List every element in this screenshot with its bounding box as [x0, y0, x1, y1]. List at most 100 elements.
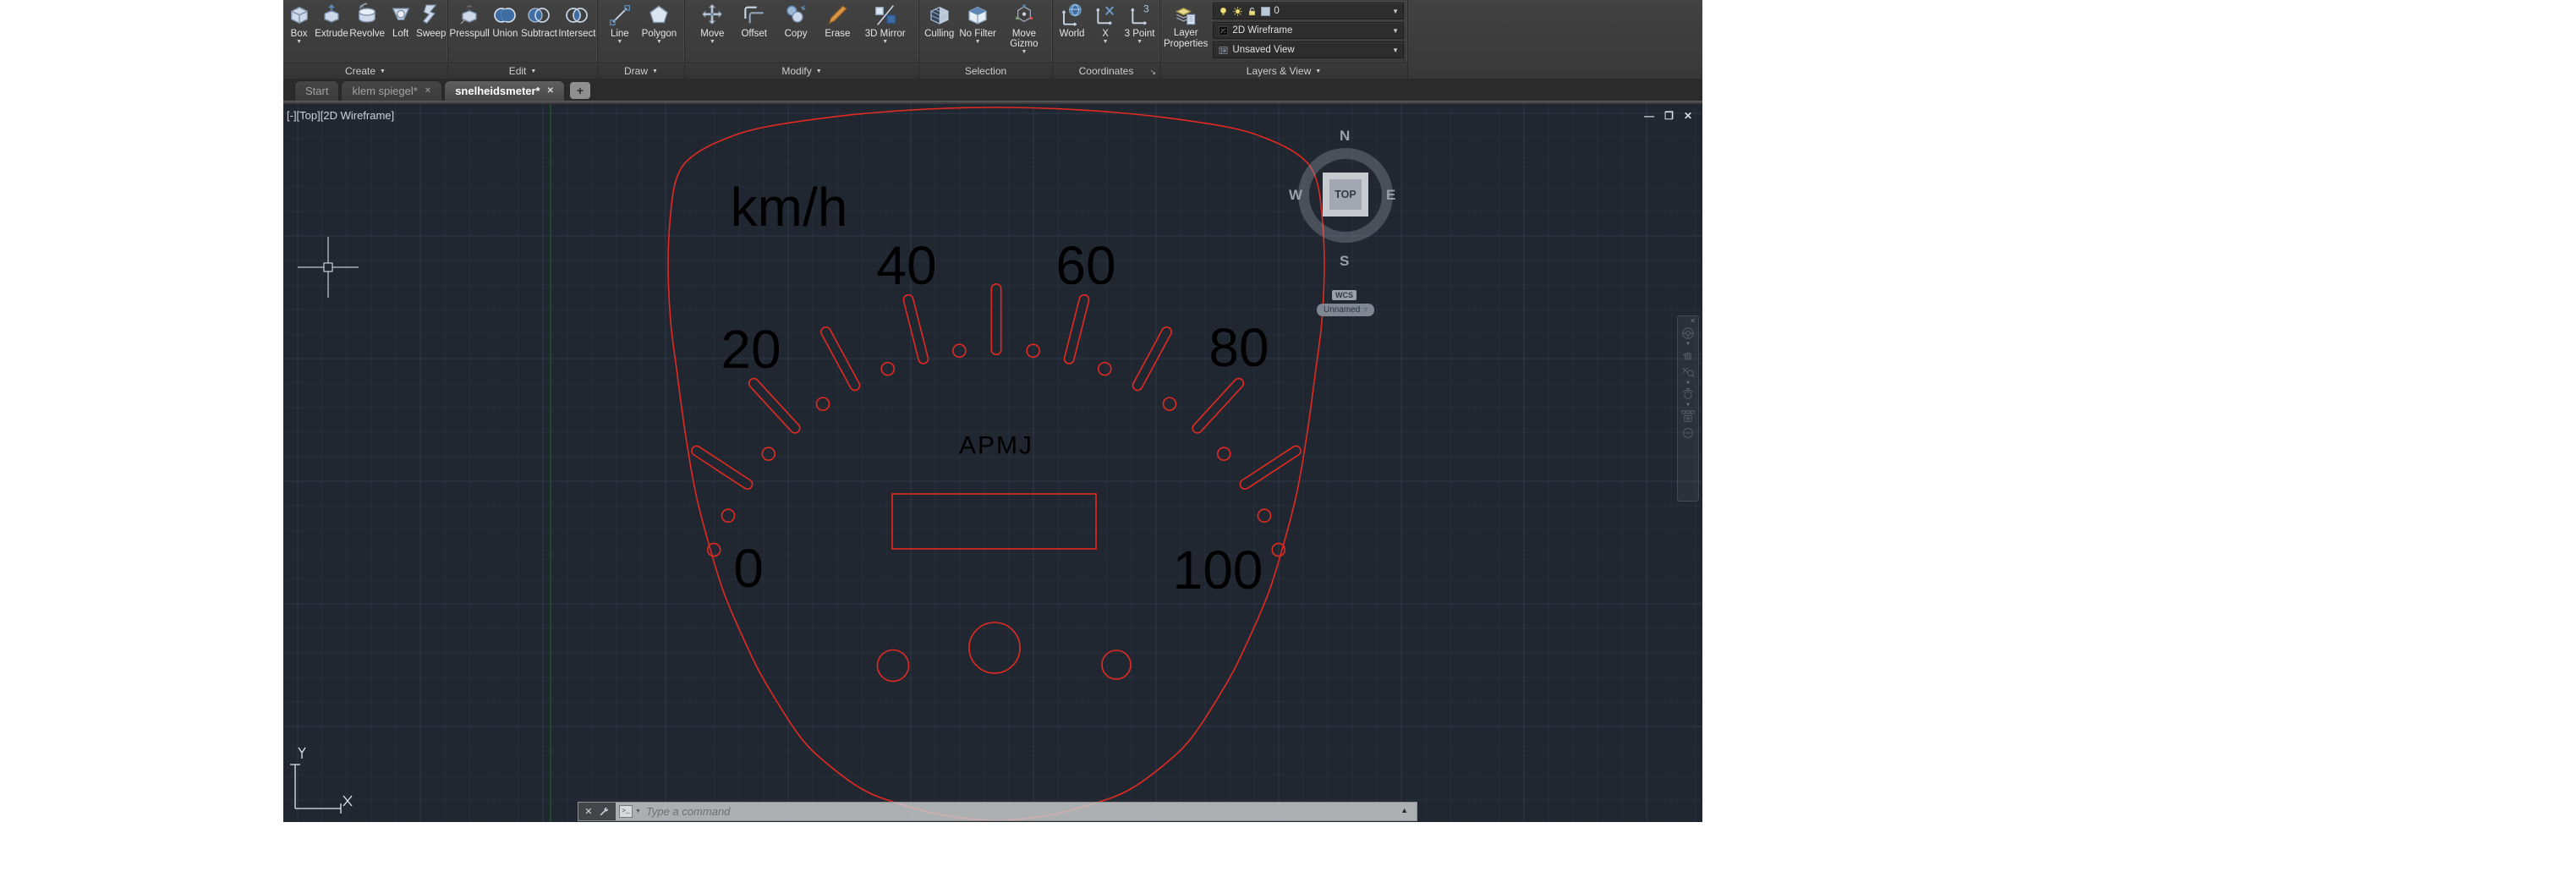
ribbon-button-move-gizmo[interactable]: Move Gizmo▼	[1001, 2, 1047, 57]
ribbon-button-sweep[interactable]: Sweep	[416, 2, 446, 39]
ribbon-button-world[interactable]: World	[1058, 2, 1087, 39]
visual-style-dropdown[interactable]: 2D Wireframe▼	[1213, 22, 1404, 39]
lock-icon	[1247, 6, 1258, 17]
gauge-number-20[interactable]: 20	[721, 319, 781, 380]
panel-launcher-icon[interactable]: ↘	[1149, 68, 1156, 77]
copy-icon	[782, 2, 809, 29]
ribbon-item-label: Offset	[741, 29, 766, 39]
chevron-down-icon: ▼	[1137, 39, 1143, 46]
ribbon-item-label: No Filter	[959, 29, 995, 39]
ribbon-button-erase[interactable]: Erase	[823, 2, 852, 39]
ribbon-panel-layers-view: LayerProperties 0▼ 2D Wireframe▼ Unsaved Vi…	[1160, 0, 1408, 79]
ribbon-button-move[interactable]: Move▼	[698, 2, 726, 46]
tab-close-icon[interactable]: ✕	[425, 86, 431, 96]
ribbon-button-3d-mirror[interactable]: 3D Mirror▼	[865, 2, 906, 46]
command-line-bar: ✕ >_ ▼ Type a command ▲	[578, 802, 1417, 821]
command-input-area[interactable]: >_ ▼ Type a command ▲	[616, 803, 1417, 820]
panel-title-text: Edit	[509, 65, 527, 77]
viewcube-north[interactable]: N	[1340, 128, 1350, 145]
odometer-window-rect[interactable]	[892, 494, 1096, 549]
ribbon-item-label: 3D Mirror	[865, 29, 906, 39]
ribbon-panel-title-layers-view[interactable]: Layers & View▼	[1160, 63, 1407, 79]
ribbon-panel-title-selection[interactable]: Selection	[919, 63, 1052, 79]
ribbon-button-no-filter[interactable]: No Filter▼	[959, 2, 995, 46]
navbar-pan-hand-icon[interactable]	[1680, 347, 1696, 364]
gauge-unit-label[interactable]: km/h	[731, 177, 848, 238]
ribbon-panel-title-create[interactable]: Create▼	[283, 63, 447, 79]
view-dropdown[interactable]: Unsaved View▼	[1213, 41, 1404, 58]
mounting-hole-0[interactable]	[969, 622, 1020, 673]
layer-properties-button[interactable]: LayerProperties	[1164, 2, 1208, 61]
drawing-viewport[interactable]: 0 20 40 60 80 100 km/h APMJ [-][Top][2D Wirefra…	[283, 104, 1702, 822]
ribbon-button-copy[interactable]: Copy	[781, 2, 810, 39]
viewcube-top-face[interactable]: TOP	[1323, 173, 1368, 217]
ribbon-panel-title-edit[interactable]: Edit▼	[448, 63, 597, 79]
file-tab-start[interactable]: Start	[294, 80, 339, 101]
viewport-controls-label[interactable]: [-][Top][2D Wireframe]	[287, 109, 394, 122]
navbar-zoom-extents-icon[interactable]	[1680, 364, 1696, 381]
ribbon-button-loft[interactable]: Loft	[386, 2, 415, 39]
ribbon-item-label: Union	[492, 29, 518, 39]
ribbon-panel-title-draw[interactable]: Draw▼	[598, 63, 684, 79]
culling-icon	[926, 2, 953, 29]
customize-wrench-icon[interactable]	[599, 806, 610, 817]
mounting-hole-2[interactable]	[1102, 650, 1131, 679]
gauge-number-80[interactable]: 80	[1209, 317, 1269, 378]
gauge-number-60[interactable]: 60	[1055, 235, 1115, 296]
ribbon-item-label: Culling	[924, 29, 954, 39]
new-tab-button[interactable]: +	[570, 82, 590, 99]
chevron-down-icon: ▼	[1392, 47, 1399, 54]
ribbon-button-union[interactable]: Union	[491, 2, 519, 39]
viewcube-view-dropdown[interactable]: Unnamed ▽	[1317, 304, 1374, 316]
layer-color-swatch[interactable]	[1261, 7, 1270, 16]
command-history-arrow-icon[interactable]: ▲	[1400, 806, 1408, 814]
minimize-icon[interactable]: —	[1644, 111, 1654, 121]
gauge-number-100[interactable]: 100	[1173, 540, 1263, 600]
layer-dropdown[interactable]: 0▼	[1213, 3, 1404, 19]
gauge-number-0[interactable]: 0	[733, 538, 764, 599]
chevron-down-icon: ▼	[1315, 69, 1321, 74]
viewcube-south[interactable]: S	[1340, 253, 1349, 270]
viewcube-wcs-badge[interactable]: WCS	[1332, 290, 1357, 300]
file-tab-snelheidsmeter-[interactable]: snelheidsmeter*✕	[444, 80, 565, 101]
ribbon-button-culling[interactable]: Culling	[924, 2, 954, 39]
ribbon-panel-draw: Line▼ Polygon▼ Draw▼	[598, 0, 685, 79]
ribbon-panel-title-modify[interactable]: Modify▼	[685, 63, 918, 79]
file-tab-label: Start	[305, 85, 328, 97]
ribbon-button-presspull[interactable]: Presspull	[450, 2, 490, 39]
ribbon-button-polygon[interactable]: Polygon▼	[642, 2, 677, 46]
close-icon[interactable]: ✕	[1684, 111, 1692, 121]
ribbon-button-box[interactable]: Box▼	[285, 2, 314, 46]
viewcube-east[interactable]: E	[1386, 187, 1395, 204]
viewico-icon	[1218, 45, 1229, 56]
gauge-number-40[interactable]: 40	[876, 235, 936, 296]
ribbon-button-line[interactable]: Line▼	[606, 2, 634, 46]
ribbon-button-revolve[interactable]: Revolve	[349, 2, 385, 39]
mounting-hole-1[interactable]	[878, 650, 909, 682]
navbar-close-icon[interactable]: ✕	[1690, 318, 1696, 325]
gauge-brand-label[interactable]: APMJ	[959, 432, 1033, 460]
ribbon-button-x[interactable]: X▼	[1091, 2, 1120, 46]
viewcube-west[interactable]: W	[1289, 187, 1302, 204]
navbar-showmotion-icon[interactable]	[1680, 408, 1696, 425]
ribbon-button-extrude[interactable]: Extrude	[315, 2, 348, 39]
ribbon-button-subtract[interactable]: Subtract	[521, 2, 557, 39]
polygon-icon	[645, 2, 672, 29]
command-input[interactable]: Type a command	[646, 805, 730, 818]
file-tab-klem-spiegel-[interactable]: klem spiegel*✕	[341, 80, 442, 101]
ribbon-panel-title-coordinates[interactable]: Coordinates↘	[1053, 63, 1159, 79]
tab-close-icon[interactable]: ✕	[547, 86, 554, 96]
command-prompt-icon[interactable]: >_	[619, 805, 633, 818]
chevron-down-icon: ▼	[530, 69, 536, 74]
restore-icon[interactable]: ❐	[1664, 111, 1674, 121]
chevron-down-icon[interactable]: ▼	[635, 809, 641, 814]
drawing-canvas[interactable]: 0 20 40 60 80 100 km/h APMJ	[283, 104, 1702, 822]
navbar-collapse-icon[interactable]	[1680, 425, 1696, 441]
navbar-orbit-icon[interactable]	[1680, 386, 1696, 403]
command-close-icon[interactable]: ✕	[584, 806, 592, 817]
ribbon-button-offset[interactable]: Offset	[740, 2, 769, 39]
navbar-steering-wheel-icon[interactable]	[1680, 325, 1696, 342]
ribbon-button-3-point[interactable]: 33 Point▼	[1125, 2, 1155, 46]
chevron-down-icon: ▼	[296, 39, 302, 46]
ribbon-button-intersect[interactable]: Intersect	[558, 2, 595, 39]
